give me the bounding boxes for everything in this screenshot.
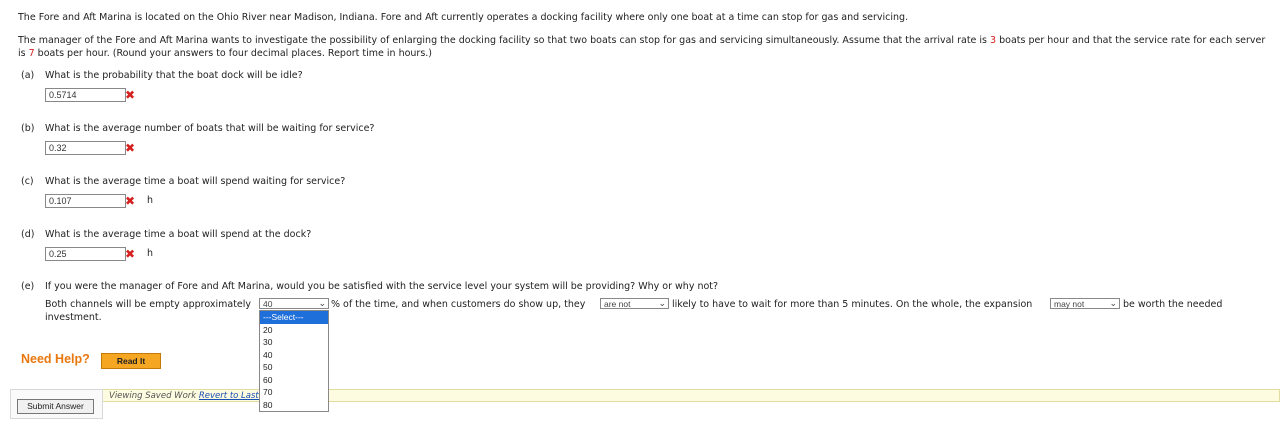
answer-c-field[interactable]: 0.107 bbox=[45, 194, 126, 208]
sentence-part-1: Both channels will be empty approximatel… bbox=[45, 299, 252, 310]
dropdown-option[interactable]: 20 bbox=[260, 324, 328, 337]
percent-select[interactable]: 40 ⌄ bbox=[259, 298, 329, 309]
select-value: 40 bbox=[263, 299, 273, 309]
question-e: (e) If you were the manager of Fore and A… bbox=[21, 281, 718, 292]
dropdown-option[interactable]: 50 bbox=[260, 361, 328, 374]
answer-b-field[interactable]: 0.32 bbox=[45, 141, 126, 155]
question-label: (e) bbox=[21, 281, 35, 292]
select-value: are not bbox=[604, 299, 631, 309]
select-value: may not bbox=[1054, 299, 1085, 309]
dropdown-option[interactable]: 70 bbox=[260, 386, 328, 399]
sentence-part-5: investment. bbox=[45, 312, 102, 323]
submit-answer-button[interactable]: Submit Answer bbox=[17, 399, 94, 414]
unit-label: h bbox=[147, 195, 154, 206]
sentence-part-4: be worth the needed bbox=[1123, 299, 1223, 310]
question-a: (a) What is the probability that the boat… bbox=[21, 70, 303, 81]
dropdown-option[interactable]: ---Select--- bbox=[260, 311, 328, 324]
chevron-down-icon: ⌄ bbox=[318, 298, 326, 308]
dropdown-option[interactable]: 80 bbox=[260, 399, 328, 412]
unit-label: h bbox=[147, 248, 154, 259]
question-text: If you were the manager of Fore and Aft … bbox=[45, 281, 719, 292]
worth-select[interactable]: may not ⌄ bbox=[1050, 298, 1120, 309]
question-text: What is the average number of boats that… bbox=[45, 123, 375, 134]
question-c: (c) What is the average time a boat will … bbox=[21, 176, 345, 187]
likelihood-select[interactable]: are not ⌄ bbox=[600, 298, 669, 309]
incorrect-icon: ✖ bbox=[125, 141, 136, 155]
question-b: (b) What is the average number of boats t… bbox=[21, 123, 374, 134]
question-text: What is the average time a boat will spe… bbox=[45, 176, 346, 187]
question-text: What is the average time a boat will spe… bbox=[45, 229, 312, 240]
dropdown-option[interactable]: 60 bbox=[260, 374, 328, 387]
sentence-part-2: % of the time, and when customers do sho… bbox=[331, 299, 586, 310]
question-label: (c) bbox=[21, 176, 34, 187]
answer-a-field[interactable]: 0.5714 bbox=[45, 88, 126, 102]
question-label: (d) bbox=[21, 229, 35, 240]
chevron-down-icon: ⌄ bbox=[658, 298, 666, 308]
question-label: (b) bbox=[21, 123, 35, 134]
problem-statement: The manager of the Fore and Aft Marina w… bbox=[18, 34, 1273, 60]
submit-area: Submit Answer bbox=[10, 389, 103, 419]
sentence-part-3: likely to have to wait for more than 5 m… bbox=[672, 299, 1033, 310]
read-it-button[interactable]: Read It bbox=[101, 353, 161, 369]
dropdown-option[interactable]: 30 bbox=[260, 336, 328, 349]
incorrect-icon: ✖ bbox=[125, 247, 136, 261]
incorrect-icon: ✖ bbox=[125, 194, 136, 208]
question-text: What is the probability that the boat do… bbox=[45, 70, 303, 81]
statement-text: boats per hour. (Round your answers to f… bbox=[34, 48, 433, 59]
question-label: (a) bbox=[21, 70, 35, 81]
incorrect-icon: ✖ bbox=[125, 88, 136, 102]
chevron-down-icon: ⌄ bbox=[1109, 298, 1117, 308]
statement-text: The manager of the Fore and Aft Marina w… bbox=[18, 35, 991, 46]
percent-dropdown-list: ---Select--- 20 30 40 50 60 70 80 bbox=[259, 310, 329, 412]
need-help-label: Need Help? bbox=[21, 352, 90, 366]
saved-work-text: Viewing Saved Work bbox=[109, 391, 199, 401]
question-d: (d) What is the average time a boat will … bbox=[21, 229, 311, 240]
intro-paragraph: The Fore and Aft Marina is located on th… bbox=[18, 12, 909, 23]
dropdown-option[interactable]: 40 bbox=[260, 349, 328, 362]
answer-d-field[interactable]: 0.25 bbox=[45, 247, 126, 261]
